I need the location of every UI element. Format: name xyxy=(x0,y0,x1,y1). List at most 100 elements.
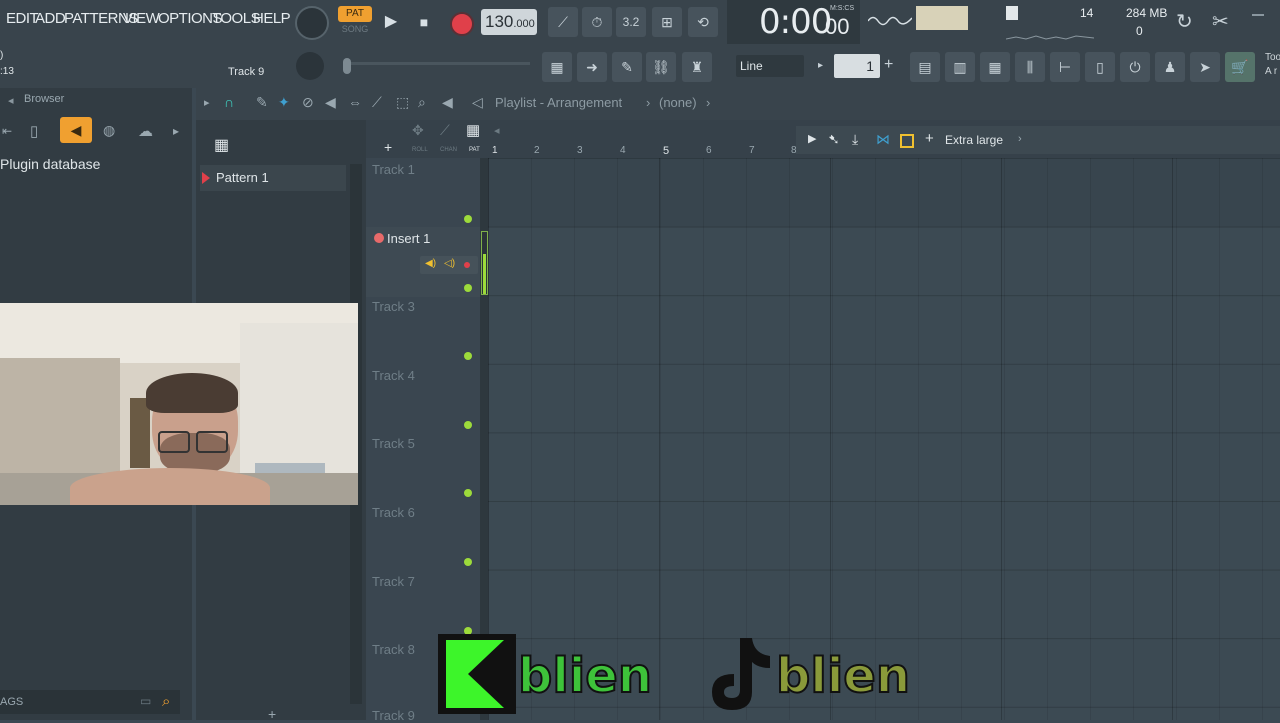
link-icon[interactable]: ⛓ xyxy=(646,52,676,82)
ruler-bar-1: 1 xyxy=(492,145,498,156)
strip-arrow-icon[interactable]: ▶ xyxy=(808,132,816,145)
track-2-label[interactable]: Insert 1 xyxy=(387,231,430,246)
browser-globe-icon[interactable]: ◍ xyxy=(103,122,115,139)
strip-download-icon[interactable]: ⤓ xyxy=(852,131,858,148)
zoom-tool-icon[interactable]: ⌕ xyxy=(418,94,426,111)
playlist-grid[interactable] xyxy=(488,158,1280,720)
slip-tool-icon[interactable]: ⇔ xyxy=(348,94,362,110)
menu-view[interactable]: VIEW xyxy=(123,10,160,32)
shop-cart-icon[interactable]: 🛒 xyxy=(1225,52,1255,82)
pattern-item[interactable]: Pattern 1 xyxy=(200,165,346,191)
playlist-icon[interactable]: ▤ xyxy=(910,52,940,82)
pattern-selector[interactable]: 1 xyxy=(834,54,880,78)
playback-tool-icon[interactable]: ◀ xyxy=(442,94,453,111)
playlist-tool-strip xyxy=(796,126,1280,154)
browser-plugin-icon[interactable]: ◀ xyxy=(60,117,92,143)
folder-icon[interactable]: ▭ xyxy=(140,694,151,708)
pitch-slider-handle[interactable] xyxy=(343,58,351,74)
time-display[interactable]: 0:00 00 M:S:CS xyxy=(727,0,860,44)
pattern-prev-icon[interactable]: ▸ xyxy=(818,56,832,76)
delete-tool-icon[interactable]: ⊘ xyxy=(302,94,314,111)
hint-track-label: Track 9 xyxy=(228,66,265,78)
slice-tool-icon[interactable]: ⟋ xyxy=(372,94,382,111)
strip-square-icon[interactable] xyxy=(900,134,914,148)
loop-record-icon[interactable]: ⟲ xyxy=(688,7,718,37)
pattern-piano-icon[interactable]: ▦ xyxy=(214,135,229,155)
track-4-mute-dot[interactable] xyxy=(464,421,472,429)
pitch-knob[interactable] xyxy=(296,52,324,80)
roll-icon[interactable]: ✥ xyxy=(412,122,424,139)
help-figure-icon[interactable]: ♟ xyxy=(1155,52,1185,82)
stop-icon[interactable]: ■ xyxy=(411,9,437,35)
video-icon[interactable]: ➤ xyxy=(1190,52,1220,82)
step-sequencer-icon[interactable]: ▦ xyxy=(980,52,1010,82)
track-6-mute-dot[interactable] xyxy=(464,558,472,566)
pencil-icon[interactable]: ✎ xyxy=(612,52,642,82)
scissors-icon[interactable]: ✂ xyxy=(1212,9,1229,34)
menu-add[interactable]: ADD xyxy=(35,10,66,32)
tempo-display[interactable]: 130.000 xyxy=(481,9,537,35)
track-1-label[interactable]: Track 1 xyxy=(372,162,472,177)
search-icon[interactable]: ⌕ xyxy=(162,693,170,710)
playlist-arrow-icon[interactable]: ▸ xyxy=(204,96,210,109)
metronome-icon[interactable]: ⟋ xyxy=(548,7,578,37)
select-tool-icon[interactable]: ⬚ xyxy=(396,94,409,111)
record-icon[interactable] xyxy=(450,12,474,36)
browser-nav-icon[interactable]: ⇤ xyxy=(2,124,12,138)
pat-piano-icon[interactable]: ▦ xyxy=(466,121,480,139)
minimize-icon[interactable] xyxy=(1252,14,1264,16)
chan-icon[interactable]: ⟋ xyxy=(440,122,450,139)
track-4-label[interactable]: Track 4 xyxy=(372,368,472,383)
channel-rack-icon[interactable]: ▥ xyxy=(945,52,975,82)
countdown-icon[interactable]: 3.2 xyxy=(616,7,646,37)
browser-files-icon[interactable]: ▯ xyxy=(30,122,38,140)
strip-fish-icon[interactable]: ➷ xyxy=(828,131,840,148)
tiktok-logo xyxy=(700,634,772,714)
master-volume-knob[interactable] xyxy=(295,6,329,40)
track-1-mute-dot[interactable] xyxy=(464,215,472,223)
mixer-icon[interactable]: ⫼ xyxy=(1015,52,1045,82)
snap-select[interactable]: Line xyxy=(736,55,804,77)
track-2-volume-icon[interactable]: ◀) xyxy=(425,258,436,269)
document-icon[interactable]: ▯ xyxy=(1085,52,1115,82)
paint-tool-icon[interactable]: ✦ xyxy=(278,94,290,111)
memory-value: 284 MB xyxy=(1126,6,1168,20)
track-5-label[interactable]: Track 5 xyxy=(372,436,472,451)
track-7-label[interactable]: Track 7 xyxy=(372,574,472,589)
strip-add-icon[interactable]: + xyxy=(925,130,934,147)
draw-tool-icon[interactable]: ✎ xyxy=(256,94,268,111)
zoom-level[interactable]: Extra large xyxy=(945,133,1003,147)
track-2-pan-icon[interactable]: ◁) xyxy=(444,258,455,269)
master-pitch-slider[interactable] xyxy=(345,62,530,65)
track-6-label[interactable]: Track 6 xyxy=(372,505,472,520)
pat-mode-button[interactable]: PAT xyxy=(338,6,372,22)
mute-tool-icon[interactable]: ◀ xyxy=(325,94,336,111)
piano-roll-icon[interactable]: ▦ xyxy=(542,52,572,82)
track-3-mute-dot[interactable] xyxy=(464,352,472,360)
wait-input-icon[interactable]: ⏱ xyxy=(582,7,612,37)
arrow-right-icon[interactable]: ➜ xyxy=(577,52,607,82)
refresh-icon[interactable]: ↻ xyxy=(1176,9,1193,34)
play-icon[interactable]: ▶ xyxy=(378,9,404,35)
track-3-label[interactable]: Track 3 xyxy=(372,299,472,314)
strip-split-icon[interactable]: ⋈ xyxy=(876,131,890,148)
plugin-database-item[interactable]: Plugin database xyxy=(0,156,100,172)
track-2-record-icon[interactable] xyxy=(464,262,470,268)
menu-edit[interactable]: EDIT xyxy=(6,10,39,32)
add-pattern-icon[interactable]: + xyxy=(884,56,893,74)
stamp-icon[interactable]: ♜ xyxy=(682,52,712,82)
add-track-icon[interactable]: + xyxy=(384,139,392,155)
menu-help[interactable]: HELP xyxy=(253,10,291,32)
browser-cloud-icon[interactable]: ☁ xyxy=(138,122,153,140)
step-edit-icon[interactable]: ⊞ xyxy=(652,7,682,37)
browser-tree-icon[interactable]: ⊢ xyxy=(1050,52,1080,82)
plugin-plug-icon[interactable]: ⏻ xyxy=(1120,52,1150,82)
browser-arrow-icon[interactable]: ◂ xyxy=(8,94,14,107)
zoom-next-icon[interactable]: › xyxy=(1018,133,1022,145)
ruler-scroll-left-icon[interactable]: ◂ xyxy=(494,124,500,137)
track-5-mute-dot[interactable] xyxy=(464,489,472,497)
magnet-icon[interactable]: ∩ xyxy=(224,94,234,110)
song-mode-button[interactable]: SONG xyxy=(338,24,372,36)
browser-scroll-right-icon[interactable]: ▸ xyxy=(173,124,179,138)
track-2-mute-dot[interactable] xyxy=(464,284,472,292)
